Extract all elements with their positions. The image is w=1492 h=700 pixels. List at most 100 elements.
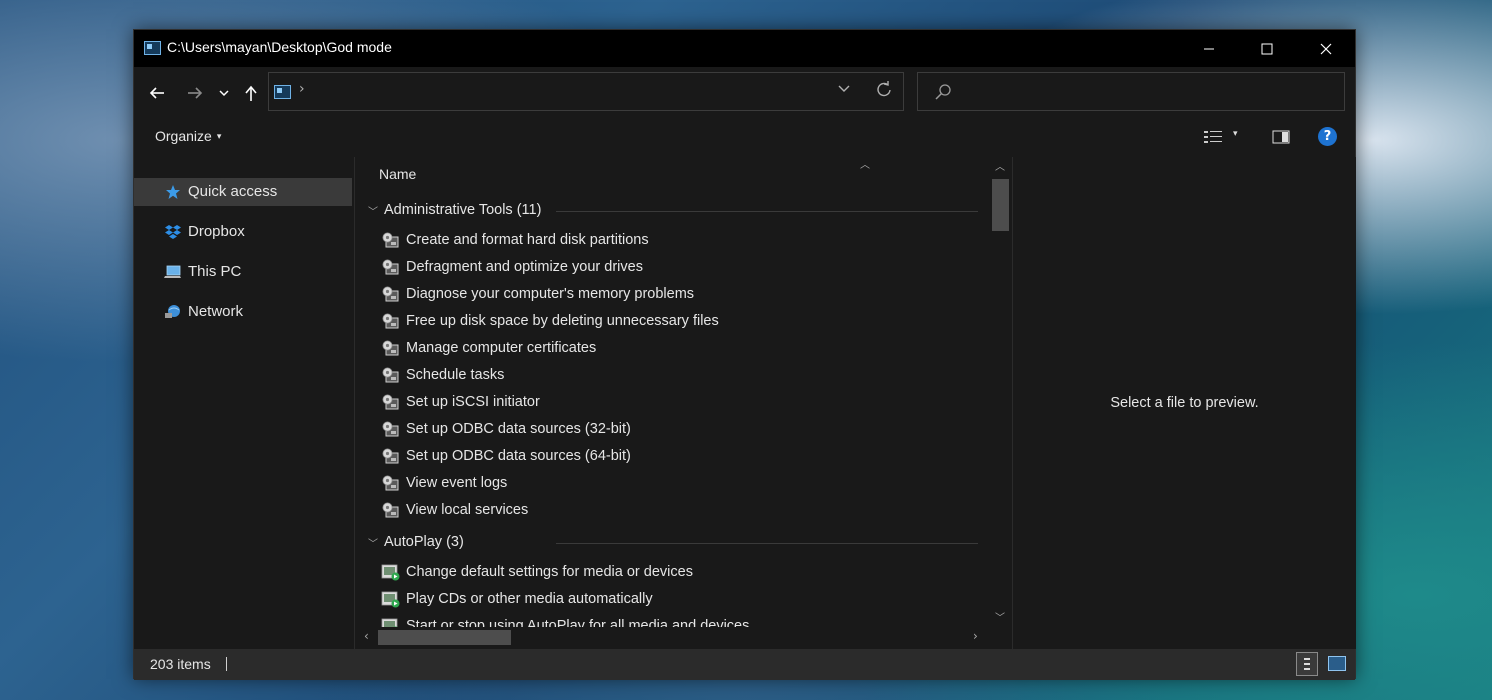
- nav-item-network[interactable]: Network: [134, 298, 352, 326]
- chevron-down-icon: [838, 85, 850, 92]
- maximize-button[interactable]: [1238, 30, 1296, 67]
- admin-tools-icon: [382, 259, 399, 275]
- admin-tools-icon: [382, 475, 399, 491]
- file-list: ︿ Name ﹀ Administrative Tools (11) Creat…: [356, 157, 1011, 649]
- group-title: AutoPlay (3): [384, 534, 464, 550]
- nav-item-label: Dropbox: [188, 223, 245, 240]
- autoplay-icon: [381, 591, 400, 608]
- list-item[interactable]: Diagnose your computer's memory problems: [356, 281, 990, 308]
- details-view-toggle[interactable]: [1296, 652, 1318, 676]
- list-item[interactable]: Set up ODBC data sources (64-bit): [356, 443, 990, 470]
- chevron-down-icon: ﹀: [368, 207, 378, 218]
- horizontal-scrollbar[interactable]: ‹ ›: [356, 627, 990, 649]
- god-mode-folder-icon: [144, 41, 161, 55]
- breadcrumb-separator[interactable]: ›: [299, 81, 305, 97]
- large-icons-view-toggle[interactable]: [1328, 656, 1346, 671]
- list-item-label: Set up ODBC data sources (32-bit): [406, 421, 631, 437]
- search-icon: [934, 83, 952, 105]
- list-item[interactable]: Change default settings for media or dev…: [356, 559, 990, 586]
- horizontal-scroll-thumb[interactable]: [378, 630, 511, 645]
- list-item[interactable]: Play CDs or other media automatically: [356, 586, 990, 613]
- list-item-label: Free up disk space by deleting unnecessa…: [406, 313, 719, 329]
- chevron-down-icon: ﹀: [368, 539, 378, 550]
- nav-item-label: Network: [188, 303, 244, 320]
- group-header-autoplay[interactable]: ﹀ AutoPlay (3): [356, 529, 990, 557]
- admin-tools-icon: [382, 367, 399, 383]
- search-box[interactable]: [917, 72, 1345, 111]
- forward-button[interactable]: [182, 81, 208, 105]
- list-item-label: Manage computer certificates: [406, 340, 597, 356]
- group-title: Administrative Tools (11): [384, 202, 542, 218]
- navigation-bar: ›: [134, 67, 1355, 117]
- admin-tools-icon: [382, 286, 399, 302]
- god-mode-folder-icon: [274, 85, 291, 99]
- navigation-pane: Quick access Dropbox This PC Network: [134, 157, 355, 649]
- list-item-label: Set up iSCSI initiator: [406, 394, 540, 410]
- preview-pane: Select a file to preview.: [1012, 157, 1356, 649]
- list-item[interactable]: Create and format hard disk partitions: [356, 227, 990, 254]
- preview-pane-button[interactable]: [1272, 130, 1290, 148]
- column-header-label: Name: [379, 166, 417, 182]
- minimize-icon: [1204, 48, 1214, 49]
- scroll-left-icon[interactable]: ‹: [364, 629, 369, 643]
- address-history-button[interactable]: [837, 81, 851, 97]
- help-icon[interactable]: ?: [1318, 127, 1337, 146]
- nav-item-quick-access[interactable]: Quick access: [134, 178, 352, 206]
- minimize-button[interactable]: [1180, 30, 1238, 67]
- list-item-label: Change default settings for media or dev…: [406, 564, 693, 580]
- nav-item-this-pc[interactable]: This PC: [134, 258, 352, 286]
- sort-ascending-icon: ︿: [860, 160, 870, 171]
- scroll-down-icon[interactable]: ﹀: [995, 609, 1005, 624]
- list-item[interactable]: Manage computer certificates: [356, 335, 990, 362]
- admin-tools-icon: [382, 448, 399, 464]
- window-title: C:\Users\mayan\Desktop\God mode: [167, 39, 392, 55]
- vertical-scroll-thumb[interactable]: [992, 179, 1009, 231]
- recent-locations-button[interactable]: [214, 81, 234, 105]
- dropbox-icon: [165, 225, 181, 239]
- nav-item-label: Quick access: [188, 183, 278, 200]
- status-divider: [226, 657, 227, 671]
- back-arrow-icon: [149, 87, 164, 99]
- group-header-administrative-tools[interactable]: ﹀ Administrative Tools (11): [356, 197, 990, 225]
- address-bar[interactable]: ›: [268, 72, 904, 111]
- admin-tools-icon: [382, 394, 399, 410]
- group-divider: [556, 543, 978, 544]
- refresh-button[interactable]: [875, 79, 893, 104]
- preview-message: Select a file to preview.: [1110, 395, 1259, 411]
- title-bar[interactable]: C:\Users\mayan\Desktop\God mode: [134, 30, 1355, 67]
- status-bar: 203 items: [134, 649, 1355, 680]
- scroll-right-icon[interactable]: ›: [973, 629, 978, 643]
- column-header-name[interactable]: ︿ Name: [356, 157, 990, 191]
- list-item[interactable]: Free up disk space by deleting unnecessa…: [356, 308, 990, 335]
- list-item[interactable]: View event logs: [356, 470, 990, 497]
- list-item[interactable]: Set up iSCSI initiator: [356, 389, 990, 416]
- item-count: 203 items: [150, 656, 211, 672]
- admin-tools-icon: [382, 313, 399, 329]
- group-divider: [556, 211, 978, 212]
- list-item[interactable]: View local services: [356, 497, 990, 524]
- nav-item-dropbox[interactable]: Dropbox: [134, 218, 352, 246]
- list-item[interactable]: Set up ODBC data sources (32-bit): [356, 416, 990, 443]
- network-icon: [165, 305, 180, 318]
- organize-menu[interactable]: Organize ▾: [155, 128, 221, 144]
- autoplay-icon: [381, 564, 400, 581]
- view-options-caret-icon[interactable]: ▾: [1233, 129, 1238, 139]
- back-button[interactable]: [144, 81, 170, 105]
- command-bar: Organize ▾ ▾ ?: [134, 117, 1355, 157]
- organize-label: Organize: [155, 128, 212, 144]
- close-button[interactable]: [1297, 30, 1355, 67]
- list-item-label: Set up ODBC data sources (64-bit): [406, 448, 631, 464]
- scroll-up-icon[interactable]: ︿: [995, 158, 1005, 173]
- list-item[interactable]: Schedule tasks: [356, 362, 990, 389]
- list-item-label: Diagnose your computer's memory problems: [406, 286, 695, 302]
- organize-caret-icon: ▾: [216, 131, 222, 141]
- list-item[interactable]: Defragment and optimize your drives: [356, 254, 990, 281]
- up-button[interactable]: [238, 81, 264, 105]
- details-view-icon: [1304, 658, 1310, 670]
- admin-tools-icon: [382, 340, 399, 356]
- change-view-button[interactable]: [1203, 129, 1223, 149]
- details-view-icon: [1204, 131, 1222, 143]
- vertical-scrollbar[interactable]: ︿ ﹀: [990, 157, 1011, 627]
- list-item-label: View local services: [406, 502, 529, 518]
- star-icon: [166, 185, 180, 199]
